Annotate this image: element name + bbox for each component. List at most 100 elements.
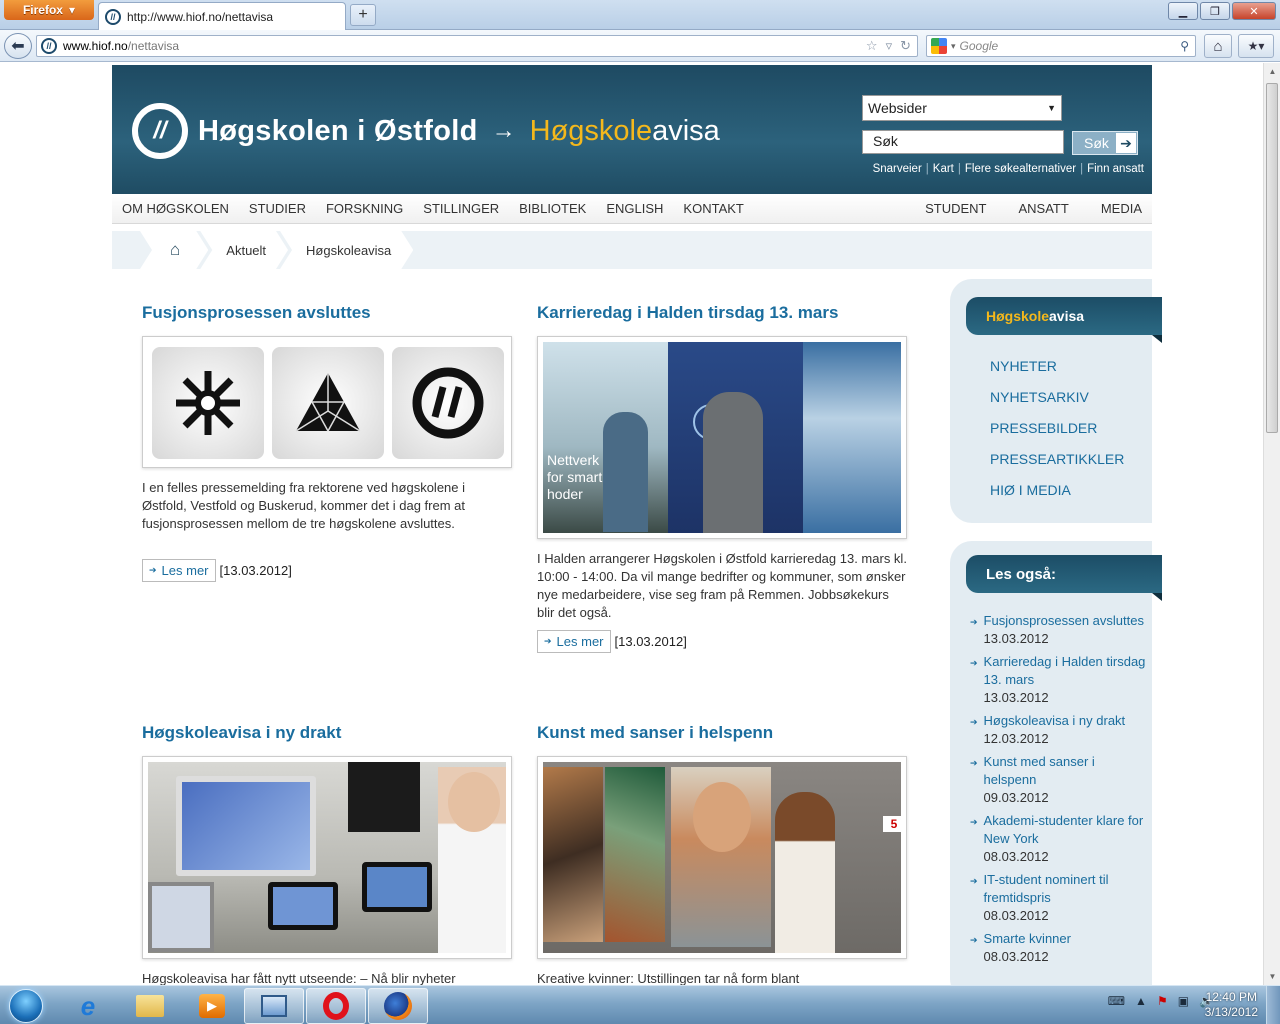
related-title[interactable]: Smarte kvinner bbox=[984, 930, 1071, 948]
engine-dropdown-icon[interactable]: ▾ bbox=[951, 41, 956, 52]
new-tab-button[interactable]: + bbox=[350, 4, 376, 26]
firefox-menu-button[interactable]: Firefox ▾ bbox=[4, 0, 94, 20]
search-scope-select[interactable]: Websider ▼ bbox=[862, 95, 1062, 121]
menu-om-hogskolen[interactable]: OM HØGSKOLEN bbox=[112, 201, 239, 216]
site-search-input[interactable]: Søk bbox=[862, 130, 1064, 154]
scroll-down-icon[interactable]: ▼ bbox=[1264, 968, 1280, 985]
network-icon[interactable]: ▣ bbox=[1178, 994, 1189, 1008]
quicklink-snarveier[interactable]: Snarveier bbox=[873, 163, 922, 175]
related-title[interactable]: Karrieredag i Halden tirsdag 13. mars bbox=[984, 653, 1150, 689]
site-identity-icon[interactable]: // bbox=[41, 38, 57, 54]
action-center-icon[interactable]: ⚑ bbox=[1157, 994, 1168, 1008]
url-domain: www.hiof.no bbox=[63, 39, 128, 53]
menu-kontakt[interactable]: KONTAKT bbox=[673, 201, 753, 216]
article-date: [13.03.2012] bbox=[614, 634, 687, 649]
sidebar-item-pressebilder[interactable]: PRESSEBILDER bbox=[990, 413, 1124, 444]
article-title[interactable]: Kunst med sanser i helspenn bbox=[537, 723, 773, 743]
related-title[interactable]: IT-student nominert til fremtidspris bbox=[984, 871, 1150, 907]
taskbar-control-panel[interactable] bbox=[244, 988, 304, 1024]
dropdown-arrow-icon[interactable]: ▿ bbox=[886, 38, 893, 54]
sidebar-item-nyhetsarkiv[interactable]: NYHETSARKIV bbox=[990, 382, 1124, 413]
article-image-logos[interactable] bbox=[142, 336, 512, 468]
sidebar-item-hio-i-media[interactable]: HIØ I MEDIA bbox=[990, 475, 1124, 506]
arrow-right-icon: ➔ bbox=[970, 758, 978, 768]
home-button[interactable]: ⌂ bbox=[1204, 34, 1232, 58]
menu-media[interactable]: MEDIA bbox=[1091, 201, 1152, 216]
taskbar-clock[interactable]: 12:40 PM 3/13/2012 bbox=[1205, 990, 1258, 1020]
menu-stillinger[interactable]: STILLINGER bbox=[413, 201, 509, 216]
scrollbar-thumb[interactable] bbox=[1266, 83, 1278, 433]
back-button[interactable]: ⬅ bbox=[4, 33, 32, 59]
related-title[interactable]: Fusjonsprosessen avsluttes bbox=[984, 612, 1144, 630]
read-more-button[interactable]: ➔ Les mer bbox=[537, 630, 611, 653]
reload-icon[interactable]: ↻ bbox=[900, 38, 911, 54]
site-logo[interactable]: // Høgskolen i Østfold → Høgskoleavisa bbox=[132, 103, 720, 159]
menu-bibliotek[interactable]: BIBLIOTEK bbox=[509, 201, 596, 216]
minimize-button[interactable]: ▁ bbox=[1168, 2, 1198, 20]
arrow-right-icon: ➔ bbox=[970, 935, 978, 945]
article-teaser: I Halden arrangerer Høgskolen i Østfold … bbox=[537, 551, 907, 620]
close-button[interactable]: ✕ bbox=[1232, 2, 1276, 20]
article-image-art[interactable]: 5 bbox=[537, 756, 907, 959]
list-item[interactable]: ➔ Kunst med sanser i helspenn 09.03.2012 bbox=[970, 753, 1150, 807]
quicklink-search-options[interactable]: Flere søkealternativer bbox=[965, 163, 1076, 175]
menu-studier[interactable]: STUDIER bbox=[239, 201, 316, 216]
related-date: 13.03.2012 bbox=[983, 631, 1049, 646]
arrow-right-icon: ➔ bbox=[970, 717, 978, 727]
scroll-up-icon[interactable]: ▲ bbox=[1264, 63, 1280, 80]
url-bar[interactable]: // www.hiof.no/nettavisa ☆ ▿ ↻ bbox=[36, 35, 918, 57]
window-controls: ▁ ❐ ✕ bbox=[1168, 2, 1276, 20]
read-more-button[interactable]: ➔ Les mer bbox=[142, 559, 216, 582]
tab-title: http://www.hiof.no/nettavisa bbox=[127, 9, 274, 24]
menu-student[interactable]: STUDENT bbox=[915, 201, 1008, 216]
article-title[interactable]: Karrieredag i Halden tirsdag 13. mars bbox=[537, 303, 838, 323]
list-item[interactable]: ➔ Fusjonsprosessen avsluttes 13.03.2012 bbox=[970, 612, 1150, 648]
article-title[interactable]: Fusjonsprosessen avsluttes bbox=[142, 303, 371, 323]
article-title[interactable]: Høgskoleavisa i ny drakt bbox=[142, 723, 341, 743]
maximize-button[interactable]: ❐ bbox=[1200, 2, 1230, 20]
quicklink-kart[interactable]: Kart bbox=[933, 163, 954, 175]
show-desktop-button[interactable] bbox=[1266, 986, 1280, 1024]
list-item[interactable]: ➔ IT-student nominert til fremtidspris 08.… bbox=[970, 871, 1150, 925]
browser-tab[interactable]: // http://www.hiof.no/nettavisa bbox=[98, 2, 346, 30]
bookmarks-button[interactable]: ★▾ bbox=[1238, 34, 1274, 58]
menu-english[interactable]: ENGLISH bbox=[596, 201, 673, 216]
related-title[interactable]: Kunst med sanser i helspenn bbox=[984, 753, 1150, 789]
taskbar-media-player[interactable]: ▶ bbox=[182, 988, 242, 1024]
taskbar-ie[interactable]: e bbox=[58, 988, 118, 1024]
home-icon: ⌂ bbox=[1213, 37, 1223, 55]
site-search-button[interactable]: Søk ➔ bbox=[1072, 131, 1138, 155]
breadcrumb-aktuelt[interactable]: Aktuelt bbox=[200, 231, 288, 269]
taskbar-firefox[interactable] bbox=[368, 988, 428, 1024]
tray-expand-icon[interactable]: ▲ bbox=[1135, 994, 1147, 1008]
breadcrumb-home[interactable]: ⌂ bbox=[140, 231, 208, 269]
keyboard-icon[interactable]: ⌨ bbox=[1108, 994, 1125, 1008]
breadcrumb-hogskoleavisa[interactable]: Høgskoleavisa bbox=[280, 231, 413, 269]
chevron-down-icon: ▼ bbox=[1047, 103, 1056, 113]
arrow-right-icon: ➔ bbox=[544, 636, 552, 646]
menu-ansatt[interactable]: ANSATT bbox=[1009, 201, 1091, 216]
list-item[interactable]: ➔ Akademi-studenter klare for New York 08.… bbox=[970, 812, 1150, 866]
arrow-right-icon: ➔ bbox=[149, 565, 157, 575]
related-title[interactable]: Høgskoleavisa i ny drakt bbox=[984, 712, 1126, 730]
list-item[interactable]: ➔ Karrieredag i Halden tirsdag 13. mars 13… bbox=[970, 653, 1150, 707]
taskbar-explorer[interactable] bbox=[120, 988, 180, 1024]
article-image-new-design[interactable] bbox=[142, 756, 512, 959]
vertical-scrollbar[interactable]: ▲ ▼ bbox=[1263, 63, 1280, 985]
google-icon[interactable] bbox=[931, 38, 947, 54]
article-image-career-day[interactable]: Nettverk for smart hoder bbox=[537, 336, 907, 539]
search-bar[interactable]: ▾ Google ⚲ bbox=[926, 35, 1196, 57]
related-title[interactable]: Akademi-studenter klare for New York bbox=[984, 812, 1150, 848]
list-item[interactable]: ➔ Smarte kvinner 08.03.2012 bbox=[970, 930, 1150, 966]
url-path: /nettavisa bbox=[127, 39, 180, 53]
magnifier-icon[interactable]: ⚲ bbox=[1180, 39, 1189, 53]
sidebar-item-presseartikkler[interactable]: PRESSEARTIKKLER bbox=[990, 444, 1124, 475]
sidebar-item-nyheter[interactable]: NYHETER bbox=[990, 351, 1124, 382]
quicklink-find-employee[interactable]: Finn ansatt bbox=[1087, 163, 1144, 175]
list-item[interactable]: ➔ Høgskoleavisa i ny drakt 12.03.2012 bbox=[970, 712, 1150, 748]
start-button[interactable] bbox=[4, 988, 48, 1024]
taskbar-opera[interactable] bbox=[306, 988, 366, 1024]
menu-forskning[interactable]: FORSKNING bbox=[316, 201, 413, 216]
bookmark-star-icon[interactable]: ☆ bbox=[866, 38, 878, 54]
arrow-right-icon: ➔ bbox=[970, 876, 978, 886]
